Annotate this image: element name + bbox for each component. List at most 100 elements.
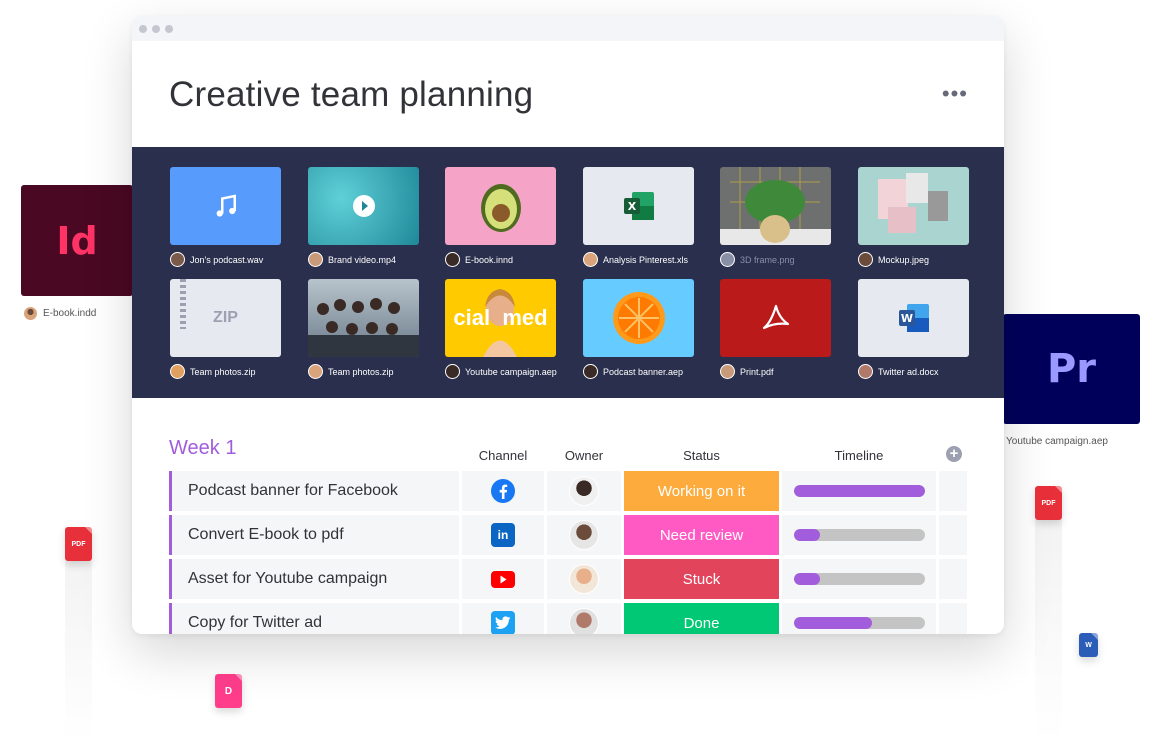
- tag-trail: [1035, 520, 1062, 741]
- avatar: [445, 364, 460, 379]
- avatar: [720, 252, 735, 267]
- orange-image: [612, 292, 665, 344]
- zip-badge: ZIP: [213, 309, 238, 326]
- timeline-bar: [793, 485, 925, 497]
- owner-cell[interactable]: [547, 515, 621, 555]
- window-titlebar: [132, 16, 1004, 41]
- owner-cell[interactable]: [547, 471, 621, 511]
- window-dot: [165, 24, 173, 33]
- timeline-progress: [793, 529, 820, 541]
- file-label: Team photos.zip: [308, 364, 394, 379]
- pdf-icon: [762, 304, 789, 330]
- file-thumbnail[interactable]: W: [858, 279, 969, 357]
- channel-cell[interactable]: [462, 559, 544, 599]
- svg-text:W: W: [900, 312, 912, 325]
- pdf-file-icon: PDF: [1035, 486, 1062, 520]
- window-dot: [152, 24, 160, 33]
- table-row[interactable]: Convert E-book to pdf in Need review: [169, 515, 967, 555]
- team-photo-image: [308, 298, 419, 357]
- plant-image: [720, 167, 831, 245]
- table-row[interactable]: Copy for Twitter ad Done: [169, 603, 967, 634]
- status-cell[interactable]: Done: [624, 603, 779, 634]
- file-label: E-book.innd: [445, 252, 513, 267]
- owner-cell[interactable]: [547, 559, 621, 599]
- column-header-timeline[interactable]: Timeline: [782, 448, 936, 463]
- item-name[interactable]: Asset for Youtube campaign: [169, 559, 459, 599]
- status-cell[interactable]: Working on it: [624, 471, 779, 511]
- play-icon: [352, 195, 375, 217]
- premiere-badge: Pr: [1046, 346, 1097, 392]
- avatar: [170, 252, 185, 267]
- owner-cell[interactable]: [547, 603, 621, 634]
- channel-cell[interactable]: [462, 603, 544, 634]
- page-title: Creative team planning: [169, 75, 534, 114]
- file-thumbnail[interactable]: [170, 167, 281, 245]
- file-thumbnail[interactable]: [858, 167, 969, 245]
- status-cell[interactable]: Need review: [624, 515, 779, 555]
- avatar: [569, 564, 599, 594]
- status-cell[interactable]: Stuck: [624, 559, 779, 599]
- timeline-progress: [793, 573, 820, 585]
- more-options-button[interactable]: •••: [942, 83, 968, 105]
- indesign-file-label: E-book.indd: [24, 307, 96, 320]
- file-thumbnail[interactable]: [445, 167, 556, 245]
- indesign-badge: Id: [56, 218, 98, 263]
- file-thumbnail[interactable]: X: [583, 167, 694, 245]
- timeline-cell[interactable]: [782, 603, 936, 634]
- file-label: 3D frame.png: [720, 252, 795, 267]
- file-label: Youtube campaign.aep: [445, 364, 557, 379]
- timeline-bar: [793, 529, 925, 541]
- file-label: Podcast banner.aep: [583, 364, 683, 379]
- table-row[interactable]: Podcast banner for Facebook Working on i…: [169, 471, 967, 511]
- channel-cell[interactable]: in: [462, 515, 544, 555]
- item-name[interactable]: Convert E-book to pdf: [169, 515, 459, 555]
- mockup-image: [878, 173, 948, 233]
- file-thumbnail[interactable]: ZIP: [170, 279, 281, 357]
- timeline-cell[interactable]: [782, 471, 936, 511]
- extra-cell: [939, 603, 967, 634]
- file-label: Twitter ad.docx: [858, 364, 939, 379]
- board-window: Creative team planning ••• Jon's podcast…: [132, 16, 1004, 634]
- item-name[interactable]: Copy for Twitter ad: [169, 603, 459, 634]
- channel-cell[interactable]: [462, 471, 544, 511]
- linkedin-icon: in: [491, 523, 515, 547]
- doc-file-icon: D: [215, 674, 242, 708]
- avatar: [583, 364, 598, 379]
- avatar: [308, 252, 323, 267]
- file-thumbnail[interactable]: [720, 279, 831, 357]
- avatar: [24, 307, 37, 320]
- avatar: [308, 364, 323, 379]
- youtube-icon: [491, 570, 515, 588]
- avocado-image: [480, 184, 521, 232]
- item-name[interactable]: Podcast banner for Facebook: [169, 471, 459, 511]
- extra-cell: [939, 515, 967, 555]
- timeline-cell[interactable]: [782, 559, 936, 599]
- add-column-button[interactable]: +: [946, 446, 962, 462]
- timeline-cell[interactable]: [782, 515, 936, 555]
- avatar: [569, 608, 599, 634]
- table-row[interactable]: Asset for Youtube campaign Stuck: [169, 559, 967, 599]
- column-header-owner[interactable]: Owner: [547, 448, 621, 463]
- board-header: Creative team planning •••: [132, 41, 1004, 147]
- zip-icon: [180, 279, 186, 329]
- premiere-file-card: Pr: [1003, 314, 1140, 424]
- file-thumbnail[interactable]: cial med: [445, 279, 556, 357]
- file-thumbnail[interactable]: [308, 279, 419, 357]
- facebook-icon: [491, 479, 515, 503]
- file-label: Brand video.mp4: [308, 252, 396, 267]
- file-thumbnail[interactable]: [583, 279, 694, 357]
- avatar: [858, 364, 873, 379]
- file-thumbnail[interactable]: [720, 167, 831, 245]
- svg-text:X: X: [627, 200, 636, 213]
- extra-cell: [939, 559, 967, 599]
- file-label: Jon's podcast.wav: [170, 252, 263, 267]
- premiere-file-label: Youtube campaign.aep: [1006, 436, 1108, 447]
- pdf-file-icon: PDF: [65, 527, 92, 561]
- excel-icon: X: [623, 192, 654, 220]
- group-title[interactable]: Week 1: [169, 437, 236, 460]
- avatar: [170, 364, 185, 379]
- files-gallery: Jon's podcast.wav Brand video.mp4 E-book…: [132, 147, 1004, 398]
- column-header-status[interactable]: Status: [624, 448, 779, 463]
- file-thumbnail[interactable]: [308, 167, 419, 245]
- column-header-channel[interactable]: Channel: [462, 448, 544, 463]
